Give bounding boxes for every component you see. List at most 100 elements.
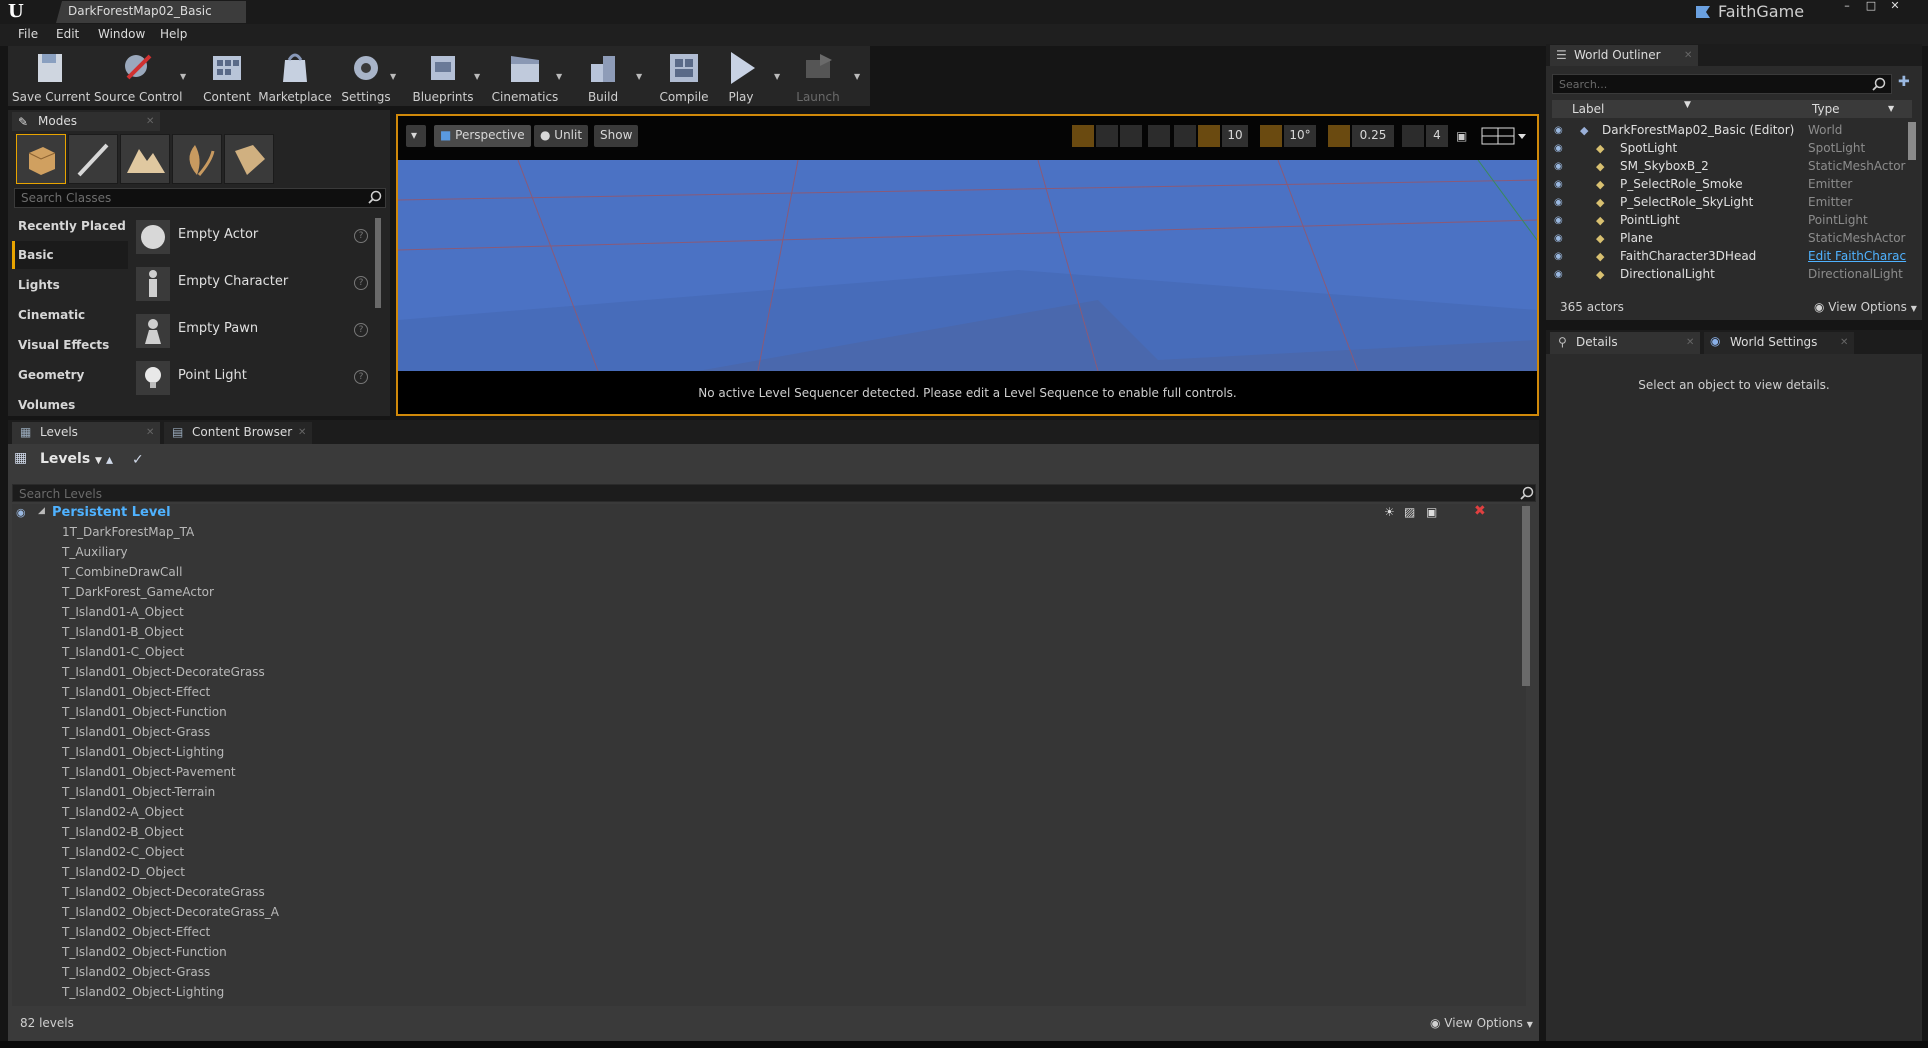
tab-world-settings[interactable]: ◉ World Settings ✕ bbox=[1704, 332, 1854, 354]
class-item-empty-character[interactable]: Empty Character ? bbox=[132, 261, 372, 305]
outliner-search-input[interactable]: Search... bbox=[1552, 74, 1892, 94]
rotate-tool-icon[interactable] bbox=[1096, 125, 1118, 147]
show-button[interactable]: Show bbox=[594, 125, 639, 147]
content-button[interactable]: Content bbox=[202, 48, 252, 104]
scale-tool-icon[interactable] bbox=[1120, 125, 1142, 147]
summon-levels-icon[interactable]: ▴ bbox=[106, 452, 124, 470]
help-icon[interactable]: ? bbox=[354, 323, 368, 337]
scale-snap-value[interactable]: 0.25 bbox=[1352, 125, 1394, 147]
scale-snap-icon[interactable] bbox=[1328, 125, 1350, 147]
rotation-snap-value[interactable]: 10° bbox=[1284, 125, 1316, 147]
close-tab-icon[interactable]: ✕ bbox=[298, 427, 306, 438]
perspective-button[interactable]: ■ Perspective bbox=[434, 125, 531, 147]
modes-scrollbar[interactable] bbox=[375, 218, 381, 308]
place-mode-button[interactable] bbox=[16, 134, 66, 184]
grid-snap-value[interactable]: 10 bbox=[1222, 125, 1248, 147]
source-control-button[interactable]: Source Control bbox=[94, 48, 182, 104]
class-item-empty-pawn[interactable]: Empty Pawn ? bbox=[132, 308, 372, 352]
visibility-eye-icon[interactable]: ◉ bbox=[1554, 161, 1566, 173]
outliner-row[interactable]: ◉ ◆ PointLight PointLight bbox=[1552, 212, 1904, 230]
maximize-button[interactable]: □ bbox=[1860, 0, 1882, 14]
visibility-eye-icon[interactable]: ◉ bbox=[1554, 197, 1566, 209]
tab-content-browser[interactable]: ▤ Content Browser ✕ bbox=[164, 422, 312, 444]
new-level-icon[interactable]: ✓ bbox=[132, 452, 150, 470]
search-levels-input[interactable]: Search Levels bbox=[12, 484, 1536, 502]
lighting-mode-button[interactable]: ● Unlit bbox=[534, 125, 589, 147]
geometry-edit-mode-button[interactable] bbox=[224, 134, 274, 184]
visibility-eye-icon[interactable]: ◉ bbox=[1554, 251, 1566, 263]
visibility-eye-icon[interactable]: ◉ bbox=[1554, 143, 1566, 155]
level-row[interactable]: T_Island02-C_Object bbox=[62, 845, 662, 865]
launch-dropdown-icon[interactable]: ▼ bbox=[854, 72, 864, 81]
tab-levels[interactable]: ▦ Levels ✕ bbox=[12, 422, 160, 444]
category-recently-placed[interactable]: Recently Placed bbox=[12, 212, 128, 240]
visibility-eye-icon[interactable]: ◉ bbox=[1554, 215, 1566, 227]
levels-view-options-button[interactable]: ◉ View Options ▼ bbox=[1430, 1016, 1533, 1030]
build-dropdown-icon[interactable]: ▼ bbox=[636, 72, 646, 81]
category-volumes[interactable]: Volumes bbox=[12, 391, 128, 419]
level-row[interactable]: T_Island01_Object-Effect bbox=[62, 685, 662, 705]
outliner-row[interactable]: ◉ ◆ P_SelectRole_SkyLight Emitter bbox=[1552, 194, 1904, 212]
blueprints-dropdown-icon[interactable]: ▼ bbox=[474, 72, 484, 81]
remove-level-icon[interactable]: ✖ bbox=[1474, 503, 1488, 519]
outliner-row[interactable]: ◉ ◆ SM_SkyboxB_2 StaticMeshActor bbox=[1552, 158, 1905, 176]
world-local-toggle-icon[interactable] bbox=[1148, 125, 1170, 147]
level-row[interactable]: T_Island01-A_Object bbox=[62, 605, 662, 625]
level-row[interactable]: T_DarkForest_GameActor bbox=[62, 585, 662, 605]
blueprints-button[interactable]: Blueprints bbox=[410, 48, 476, 104]
foliage-mode-button[interactable] bbox=[172, 134, 222, 184]
modes-tab[interactable]: ✎ Modes ✕ bbox=[12, 112, 160, 131]
outliner-view-options-button[interactable]: ◉ View Options ▼ bbox=[1814, 300, 1917, 314]
visibility-eye-icon[interactable]: ◉ bbox=[1554, 233, 1566, 245]
level-row[interactable]: T_Island02-B_Object bbox=[62, 825, 662, 845]
level-row[interactable]: T_Island01_Object-Terrain bbox=[62, 785, 662, 805]
launch-button[interactable]: Launch bbox=[792, 48, 844, 104]
menu-window[interactable]: Window bbox=[98, 27, 145, 43]
document-tab[interactable]: DarkForestMap02_Basic bbox=[56, 1, 246, 23]
help-icon[interactable]: ? bbox=[354, 370, 368, 384]
levels-scrollbar[interactable] bbox=[1522, 506, 1530, 686]
surface-snapping-icon[interactable] bbox=[1174, 125, 1196, 147]
column-label[interactable]: Label bbox=[1572, 102, 1604, 116]
play-dropdown-icon[interactable]: ▼ bbox=[774, 72, 784, 81]
level-row[interactable]: T_Island01-C_Object bbox=[62, 645, 662, 665]
level-row[interactable]: T_Island01-B_Object bbox=[62, 625, 662, 645]
level-row[interactable]: T_Island02-A_Object bbox=[62, 805, 662, 825]
level-row[interactable]: T_Island02_Object-Lighting bbox=[62, 985, 662, 1005]
persistent-level[interactable]: Persistent Level bbox=[52, 505, 171, 520]
close-tab-icon[interactable]: ✕ bbox=[1684, 50, 1692, 61]
rotation-snap-icon[interactable] bbox=[1260, 125, 1282, 147]
menu-help[interactable]: Help bbox=[160, 27, 187, 43]
level-row[interactable]: T_Island02-D_Object bbox=[62, 865, 662, 885]
gamepad-icon[interactable]: ▣ bbox=[1426, 505, 1444, 519]
level-row[interactable]: 1T_DarkForestMap_TA bbox=[62, 525, 662, 545]
outliner-row[interactable]: ◉ ◆ DarkForestMap02_Basic (Editor) World bbox=[1552, 122, 1904, 140]
translate-tool-icon[interactable] bbox=[1072, 125, 1094, 147]
tab-world-outliner[interactable]: ☰ World Outliner ✕ bbox=[1550, 45, 1698, 66]
level-row[interactable]: T_Island01_Object-Lighting bbox=[62, 745, 662, 765]
layout-icon[interactable] bbox=[1480, 126, 1528, 146]
play-button[interactable]: Play bbox=[718, 48, 764, 104]
class-item-point-light[interactable]: Point Light ? bbox=[132, 355, 372, 399]
outliner-scrollbar[interactable] bbox=[1908, 122, 1916, 160]
level-row[interactable]: T_Island02_Object-Function bbox=[62, 945, 662, 965]
outliner-row[interactable]: ◉ ◆ FaithCharacter3DHead Edit FaithCharac bbox=[1552, 248, 1906, 266]
add-folder-icon[interactable]: ✚ bbox=[1898, 74, 1918, 94]
collapse-arrow-icon[interactable]: ◢ bbox=[38, 506, 48, 518]
viewport-options-dropdown[interactable]: ▾ bbox=[406, 125, 426, 147]
level-row[interactable]: T_Island01_Object-DecorateGrass bbox=[62, 665, 662, 685]
viewport-scene[interactable] bbox=[398, 160, 1537, 371]
help-icon[interactable]: ? bbox=[354, 276, 368, 290]
menu-edit[interactable]: Edit bbox=[56, 27, 79, 43]
level-row[interactable]: T_Island02_Object-DecorateGrass bbox=[62, 885, 662, 905]
category-lights[interactable]: Lights bbox=[12, 271, 128, 299]
menu-file[interactable]: File bbox=[18, 27, 38, 43]
category-basic[interactable]: Basic bbox=[12, 241, 128, 269]
build-button[interactable]: Build bbox=[576, 48, 630, 104]
help-icon[interactable]: ? bbox=[354, 229, 368, 243]
level-row[interactable]: T_CombineDrawCall bbox=[62, 565, 662, 585]
level-row[interactable]: T_Auxiliary bbox=[62, 545, 662, 565]
save-current-button[interactable]: Save Current bbox=[12, 48, 90, 104]
outliner-row[interactable]: ◉ ◆ DirectionalLight DirectionalLight bbox=[1552, 266, 1904, 284]
visibility-eye-icon[interactable]: ◉ bbox=[1554, 269, 1566, 281]
